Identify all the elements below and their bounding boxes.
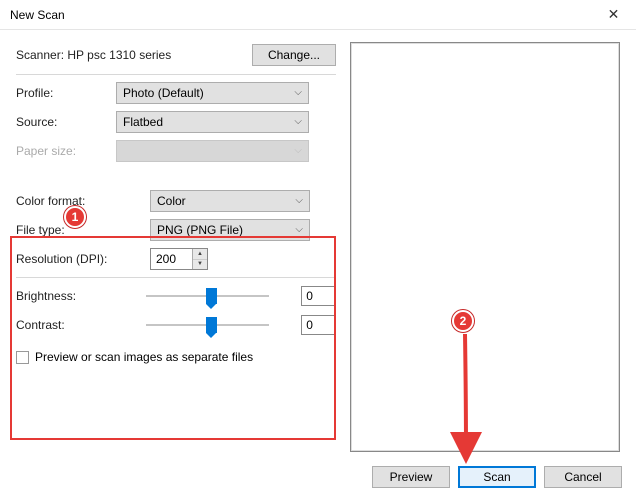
source-select[interactable]: Flatbed ⌵ xyxy=(116,111,309,133)
brightness-value: 0 xyxy=(306,289,313,303)
source-label: Source: xyxy=(16,115,116,129)
profile-select[interactable]: Photo (Default) ⌵ xyxy=(116,82,309,104)
contrast-label: Contrast: xyxy=(16,318,104,332)
chevron-down-icon: ⌵ xyxy=(294,116,302,127)
spinner-up-icon[interactable]: ▲ xyxy=(193,249,207,260)
papersize-label: Paper size: xyxy=(16,144,116,158)
dialog-content: Scanner: HP psc 1310 series Change... Pr… xyxy=(0,30,636,452)
brightness-slider[interactable] xyxy=(146,286,270,306)
colorformat-label: Color format: xyxy=(16,194,108,208)
contrast-slider[interactable] xyxy=(146,315,270,335)
brightness-label: Brightness: xyxy=(16,289,104,303)
preview-area[interactable] xyxy=(350,42,620,452)
colorformat-select[interactable]: Color ⌵ xyxy=(150,190,310,212)
brightness-value-box[interactable]: 0 xyxy=(301,286,336,306)
filetype-value: PNG (PNG File) xyxy=(157,223,243,237)
chevron-down-icon: ⌵ xyxy=(295,195,303,206)
resolution-spinner[interactable]: ▲ ▼ xyxy=(192,249,207,269)
scan-button[interactable]: Scan xyxy=(458,466,536,488)
separate-files-checkbox[interactable] xyxy=(16,351,29,364)
chevron-down-icon: ⌵ xyxy=(294,145,302,156)
change-scanner-button[interactable]: Change... xyxy=(252,44,336,66)
resolution-label: Resolution (DPI): xyxy=(16,252,116,266)
contrast-value-box[interactable]: 0 xyxy=(301,315,336,335)
separate-files-label: Preview or scan images as separate files xyxy=(35,350,253,364)
resolution-input[interactable]: 200 ▲ ▼ xyxy=(150,248,208,270)
divider xyxy=(16,74,336,75)
window-title: New Scan xyxy=(10,8,591,22)
slider-thumb[interactable] xyxy=(206,288,217,304)
slider-thumb[interactable] xyxy=(206,317,217,333)
filetype-label: File type: xyxy=(16,223,108,237)
profile-value: Photo (Default) xyxy=(123,86,204,100)
papersize-select: ⌵ xyxy=(116,140,309,162)
titlebar: New Scan ✕ xyxy=(0,0,636,30)
source-value: Flatbed xyxy=(123,115,163,129)
contrast-value: 0 xyxy=(306,318,313,332)
chevron-down-icon: ⌵ xyxy=(294,87,302,98)
resolution-value: 200 xyxy=(156,252,176,266)
scanner-label: Scanner: HP psc 1310 series xyxy=(16,48,252,62)
annotation-marker-2: 2 xyxy=(452,310,474,332)
cancel-button[interactable]: Cancel xyxy=(544,466,622,488)
spinner-down-icon[interactable]: ▼ xyxy=(193,260,207,270)
preview-panel xyxy=(336,40,624,452)
chevron-down-icon: ⌵ xyxy=(295,224,303,235)
dialog-footer: Preview Scan Cancel xyxy=(372,466,622,488)
divider xyxy=(16,277,336,278)
filetype-select[interactable]: PNG (PNG File) ⌵ xyxy=(150,219,310,241)
close-button[interactable]: ✕ xyxy=(591,0,636,30)
annotation-marker-1: 1 xyxy=(64,206,86,228)
colorformat-value: Color xyxy=(157,194,186,208)
settings-panel: Scanner: HP psc 1310 series Change... Pr… xyxy=(16,40,336,452)
preview-button[interactable]: Preview xyxy=(372,466,450,488)
profile-label: Profile: xyxy=(16,86,116,100)
